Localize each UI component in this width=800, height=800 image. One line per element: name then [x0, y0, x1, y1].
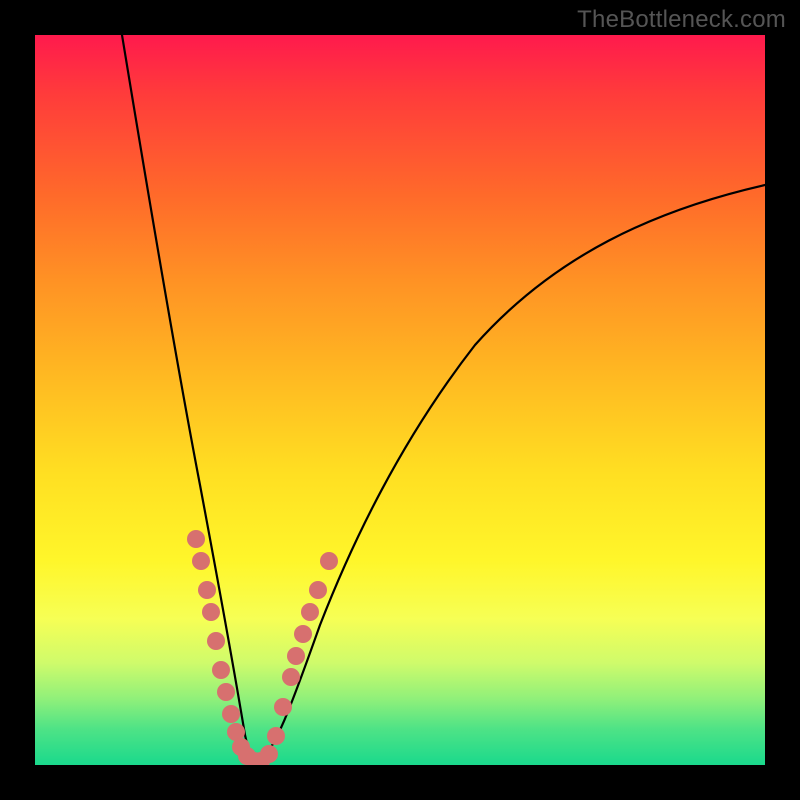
- right-branch-path: [257, 185, 765, 764]
- marker-dot: [309, 581, 327, 599]
- marker-dot: [212, 661, 230, 679]
- marker-dot: [217, 683, 235, 701]
- marker-dot: [192, 552, 210, 570]
- marker-dot: [282, 668, 300, 686]
- marker-dot: [267, 727, 285, 745]
- marker-dot: [260, 745, 278, 763]
- marker-dot: [187, 530, 205, 548]
- marker-dot: [301, 603, 319, 621]
- marker-group: [187, 530, 338, 765]
- chart-stage: TheBottleneck.com: [0, 0, 800, 800]
- marker-dot: [274, 698, 292, 716]
- marker-dot: [287, 647, 305, 665]
- marker-dot: [198, 581, 216, 599]
- marker-dot: [320, 552, 338, 570]
- marker-dot: [202, 603, 220, 621]
- marker-dot: [222, 705, 240, 723]
- curve-layer: [35, 35, 765, 765]
- plot-area: [35, 35, 765, 765]
- watermark-text: TheBottleneck.com: [577, 6, 786, 34]
- marker-dot: [207, 632, 225, 650]
- marker-dot: [294, 625, 312, 643]
- left-branch-path: [122, 35, 257, 764]
